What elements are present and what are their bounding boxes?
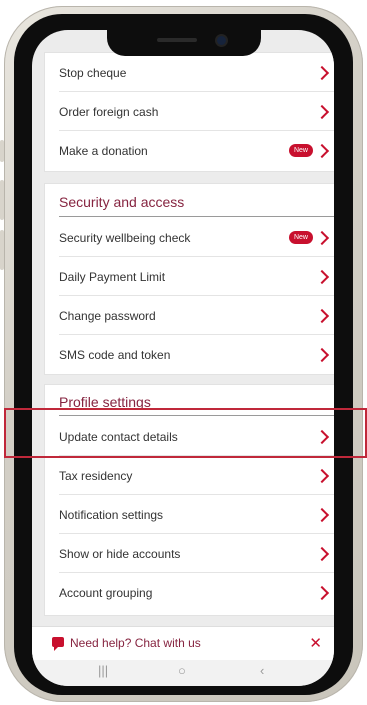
menu-item-label: Change password (59, 308, 156, 323)
menu-item-order-foreign-cash[interactable]: Order foreign cash (45, 92, 334, 131)
menu-item-make-a-donation[interactable]: Make a donation New (45, 131, 334, 170)
menu-item-label: Show or hide accounts (59, 546, 181, 561)
chevron-right-icon (314, 230, 330, 245)
front-camera (217, 36, 226, 45)
chevron-right-icon (314, 507, 330, 522)
chevron-right-icon (314, 143, 330, 158)
home-icon[interactable]: ○ (178, 663, 186, 678)
chevron-right-icon (314, 65, 330, 80)
highlight-box (4, 408, 367, 458)
menu-item-tax-residency[interactable]: Tax residency (45, 456, 334, 495)
chat-help-bar[interactable]: Need help? Chat with us ✕ (32, 626, 334, 661)
chevron-right-icon (314, 347, 330, 362)
menu-item-label: Security wellbeing check (59, 230, 191, 245)
volume-down-button (0, 230, 4, 270)
chevron-right-icon (314, 468, 330, 483)
payments-card: Stop cheque Order foreign cash Make a do… (44, 52, 334, 172)
chevron-right-icon (314, 546, 330, 561)
menu-item-label: Make a donation (59, 143, 148, 158)
volume-up-button (0, 180, 4, 220)
menu-item-label: Account grouping (59, 585, 153, 600)
menu-item-label: Notification settings (59, 507, 164, 522)
phone-screen: Stop cheque Order foreign cash Make a do… (32, 30, 334, 686)
new-badge: New (288, 144, 313, 157)
menu-item-show-or-hide-accounts[interactable]: Show or hide accounts (45, 534, 334, 573)
menu-item-label: Tax residency (59, 468, 133, 483)
mute-switch (0, 140, 4, 162)
menu-item-change-password[interactable]: Change password (45, 296, 334, 335)
menu-item-sms-code-and-token[interactable]: SMS code and token (45, 335, 334, 374)
menu-item-daily-payment-limit[interactable]: Daily Payment Limit (45, 257, 334, 296)
chevron-right-icon (314, 585, 330, 600)
chevron-right-icon (314, 308, 330, 323)
menu-item-account-grouping[interactable]: Account grouping (45, 573, 334, 612)
section-rule (59, 216, 334, 217)
security-card: Security and access Security wellbeing c… (44, 183, 334, 375)
back-icon[interactable]: ‹ (260, 663, 264, 678)
section-title-security: Security and access (59, 194, 185, 210)
menu-item-stop-cheque[interactable]: Stop cheque (45, 53, 334, 92)
chat-help-link[interactable]: Need help? Chat with us (70, 636, 201, 650)
recents-icon[interactable]: ||| (98, 663, 108, 678)
new-badge: New (288, 231, 313, 244)
speaker (157, 38, 197, 42)
menu-item-label: Order foreign cash (59, 104, 159, 119)
notch (107, 30, 261, 56)
chevron-right-icon (314, 104, 330, 119)
system-nav-bar: ||| ○ ‹ (32, 660, 334, 686)
chat-bubble-icon (52, 637, 64, 651)
menu-item-security-wellbeing-check[interactable]: Security wellbeing check New (45, 218, 334, 257)
close-icon[interactable]: ✕ (309, 634, 322, 652)
chevron-right-icon (314, 269, 330, 284)
menu-item-label: Stop cheque (59, 65, 127, 80)
menu-item-label: SMS code and token (59, 347, 171, 362)
menu-item-notification-settings[interactable]: Notification settings (45, 495, 334, 534)
menu-item-label: Daily Payment Limit (59, 269, 166, 284)
